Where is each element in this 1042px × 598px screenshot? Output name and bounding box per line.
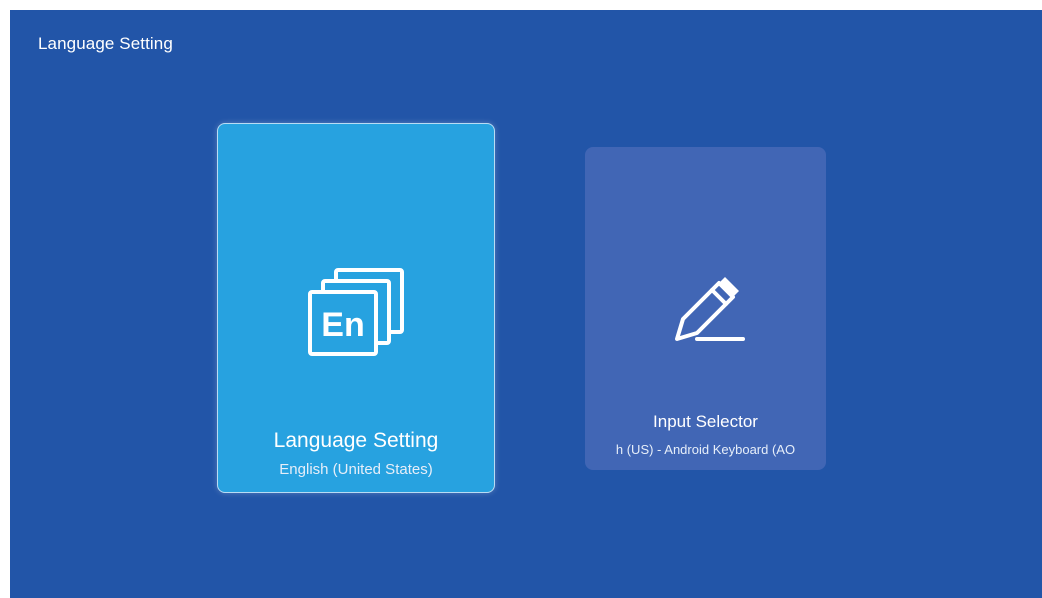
en-icon-label: En bbox=[321, 306, 364, 344]
language-setting-card[interactable]: En Language Setting English (United Stat… bbox=[217, 123, 495, 493]
page-title: Language Setting bbox=[38, 34, 173, 53]
pencil-icon bbox=[674, 277, 745, 341]
en-language-icon: En bbox=[308, 268, 404, 356]
language-setting-card-value: English (United States) bbox=[279, 461, 433, 478]
language-setting-card-title: Language Setting bbox=[273, 429, 439, 452]
input-selector-card-title: Input Selector bbox=[653, 412, 758, 431]
input-selector-card-value: h (US) - Android Keyboard (AO bbox=[615, 442, 796, 457]
input-selector-card[interactable]: Input Selector h (US) - Android Keyboard… bbox=[585, 147, 826, 470]
language-settings-screen: Language Setting En Language Setting Eng… bbox=[10, 10, 1042, 598]
